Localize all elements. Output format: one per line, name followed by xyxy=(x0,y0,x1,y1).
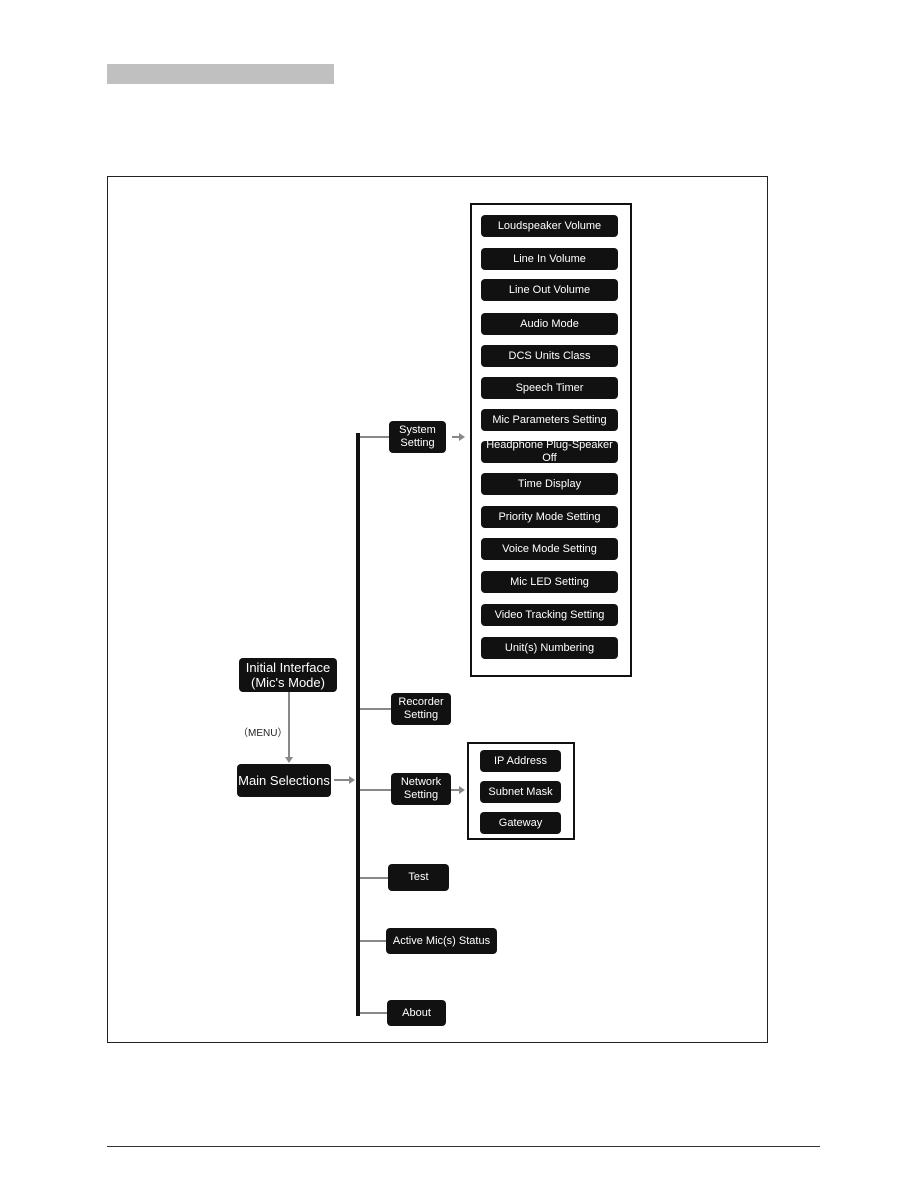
active-mics-status-node: Active Mic(s) Status xyxy=(386,928,497,954)
recorder-setting-node: Recorder Setting xyxy=(391,693,451,725)
network-arrow-icon xyxy=(459,786,465,794)
network-setting-item: Subnet Mask xyxy=(480,781,561,803)
menu-arrow-line xyxy=(288,692,290,758)
system-setting-item: Loudspeaker Volume xyxy=(481,215,618,237)
system-setting-item: Line Out Volume xyxy=(481,279,618,301)
system-setting-item: Line In Volume xyxy=(481,248,618,270)
network-setting-item: IP Address xyxy=(480,750,561,772)
system-setting-item: Video Tracking Setting xyxy=(481,604,618,626)
branch-line xyxy=(360,940,386,942)
bus-line xyxy=(356,433,360,1016)
page: Initial Interface (Mic's Mode) （MENU） Ma… xyxy=(0,0,918,1188)
system-setting-item: Time Display xyxy=(481,473,618,495)
system-setting-item: Mic LED Setting xyxy=(481,571,618,593)
system-setting-item: Unit(s) Numbering xyxy=(481,637,618,659)
network-setting-node: Network Setting xyxy=(391,773,451,805)
system-setting-item: DCS Units Class xyxy=(481,345,618,367)
network-setting-item: Gateway xyxy=(480,812,561,834)
test-node: Test xyxy=(388,864,449,891)
system-setting-item: Audio Mode xyxy=(481,313,618,335)
system-setting-item: Voice Mode Setting xyxy=(481,538,618,560)
system-arrow-icon xyxy=(459,433,465,441)
main-arrow-line xyxy=(334,779,350,781)
branch-line xyxy=(360,436,389,438)
branch-line xyxy=(360,877,388,879)
system-setting-item: Mic Parameters Setting xyxy=(481,409,618,431)
branch-line xyxy=(360,708,391,710)
diagram-frame xyxy=(107,176,768,1043)
about-node: About xyxy=(387,1000,446,1026)
section-header-bar xyxy=(107,64,334,84)
system-setting-item: Priority Mode Setting xyxy=(481,506,618,528)
branch-line xyxy=(360,1012,387,1014)
menu-label: （MENU） xyxy=(238,728,288,739)
branch-line xyxy=(360,789,391,791)
main-selections-node: Main Selections xyxy=(237,764,331,797)
initial-interface-node: Initial Interface (Mic's Mode) xyxy=(239,658,337,692)
system-setting-item: Headphone Plug-Speaker Off xyxy=(481,439,618,464)
menu-arrow-icon xyxy=(285,757,293,763)
footer-rule xyxy=(107,1146,820,1147)
system-setting-node: System Setting xyxy=(389,421,446,453)
system-setting-item: Speech Timer xyxy=(481,377,618,399)
main-arrow-icon xyxy=(349,776,355,784)
